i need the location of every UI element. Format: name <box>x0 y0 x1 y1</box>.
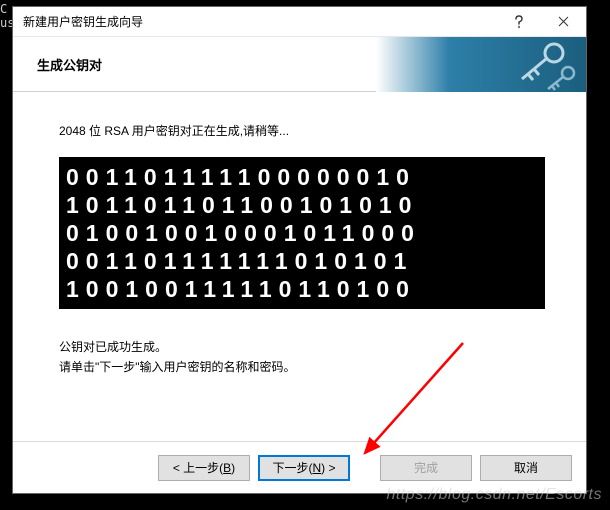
key-icon <box>488 39 578 91</box>
banner-title: 生成公钥对 <box>13 55 102 74</box>
success-line-2: 请单击"下一步"输入用户密钥的名称和密码。 <box>59 357 540 377</box>
back-button[interactable]: < 上一步(B) <box>158 455 250 481</box>
banner: 生成公钥对 <box>13 37 586 92</box>
button-bar: < 上一步(B) 下一步(N) > 完成 取消 <box>13 441 586 493</box>
success-line-1: 公钥对已成功生成。 <box>59 337 540 357</box>
help-button[interactable] <box>496 7 541 37</box>
finish-button: 完成 <box>380 455 472 481</box>
success-message: 公钥对已成功生成。 请单击"下一步"输入用户密钥的名称和密码。 <box>59 337 540 377</box>
binary-animation: 001101111100000010 101101101100101010 01… <box>59 157 545 309</box>
cancel-button[interactable]: 取消 <box>480 455 572 481</box>
generating-status: 2048 位 RSA 用户密钥对正在生成,请稍等... <box>59 122 540 139</box>
wizard-dialog: 新建用户密钥生成向导 生成公钥对 2048 位 RSA 用户密钥对正在生成,请稍… <box>12 6 587 494</box>
close-button[interactable] <box>541 7 586 37</box>
titlebar: 新建用户密钥生成向导 <box>13 7 586 37</box>
window-title: 新建用户密钥生成向导 <box>13 13 496 30</box>
banner-decoration <box>376 37 586 92</box>
content-area: 2048 位 RSA 用户密钥对正在生成,请稍等... 001101111100… <box>13 92 586 441</box>
next-button[interactable]: 下一步(N) > <box>258 455 350 481</box>
